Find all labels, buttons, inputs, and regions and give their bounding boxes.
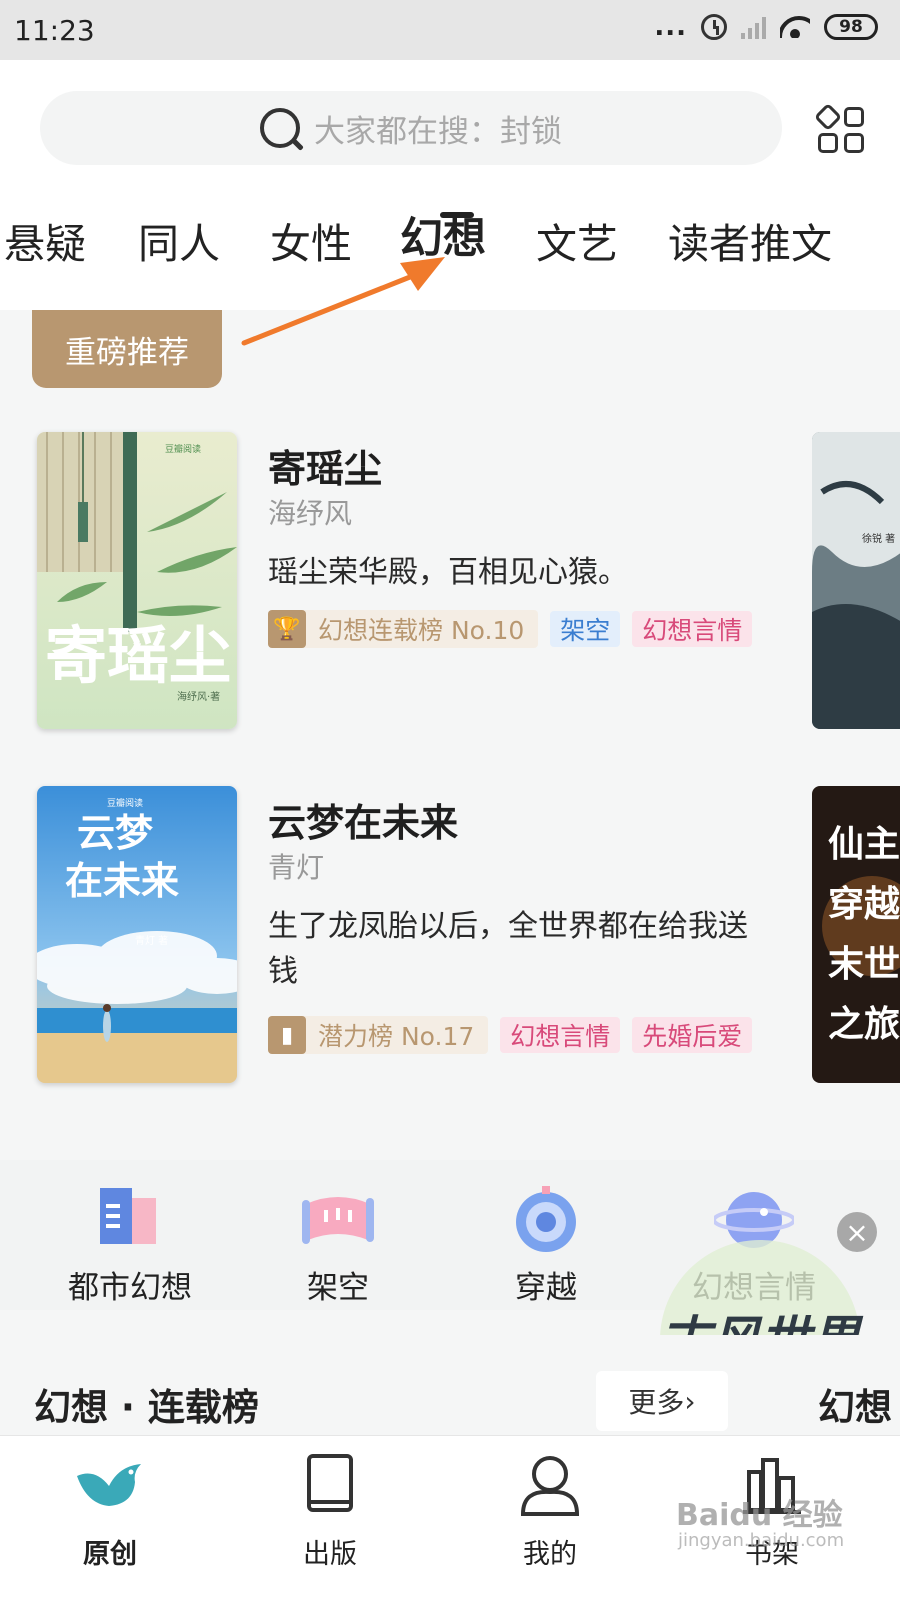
- status-icons: ... 98: [654, 14, 878, 40]
- rank-label: 潜力榜 No.17: [318, 1022, 475, 1051]
- subcategory-time-travel[interactable]: 穿越: [446, 1160, 646, 1307]
- battery-icon: 98: [824, 14, 878, 40]
- next-book-cover[interactable]: 徐锐 著: [812, 432, 900, 729]
- genre-tag[interactable]: 先婚后爱: [632, 1017, 753, 1053]
- book-card[interactable]: 寄瑶尘 豆瓣阅读 海纾风·著 寄瑶尘 海纾风 瑶尘荣华殿，百相见心猿。 🏆 幻想…: [0, 432, 900, 732]
- more-label: 更多: [628, 1386, 685, 1419]
- svg-text:云梦: 云梦: [77, 810, 153, 855]
- next-book-cover[interactable]: 仙主 穿越 末世 之旅: [812, 786, 900, 1083]
- cover-author: 青灯 著: [135, 934, 168, 947]
- rank-tag[interactable]: ▮ 潜力榜 No.17: [268, 1016, 489, 1054]
- user-icon: [515, 1452, 585, 1518]
- more-button[interactable]: 更多 ›: [596, 1371, 728, 1431]
- book-icon: [295, 1452, 365, 1518]
- svg-text:仙主: 仙主: [828, 823, 900, 865]
- book-description: 瑶尘荣华殿，百相见心猿。: [268, 555, 628, 590]
- genre-tag[interactable]: 架空: [550, 611, 621, 647]
- nav-label: 出版: [303, 1539, 357, 1570]
- nav-mine[interactable]: 我的: [475, 1436, 625, 1600]
- active-tab-indicator: [440, 212, 474, 218]
- nav-original[interactable]: 原创: [35, 1436, 185, 1600]
- nav-publishing[interactable]: 出版: [255, 1436, 405, 1600]
- status-time: 11:23: [14, 14, 95, 47]
- tab-reader-picks[interactable]: 读者推文: [668, 210, 832, 270]
- book-cover[interactable]: 云梦 在未来 豆瓣阅读 青灯 著: [37, 786, 237, 1083]
- alarm-icon: [701, 14, 727, 40]
- cover-title: 寄瑶尘: [45, 619, 231, 692]
- category-grid-icon[interactable]: [813, 102, 866, 155]
- portal-icon: [506, 1184, 586, 1254]
- bar-chart-icon: ▮: [268, 1016, 306, 1054]
- featured-badge: 重磅推荐: [32, 310, 222, 388]
- more-dots-icon: ...: [654, 12, 687, 42]
- close-icon[interactable]: ×: [837, 1212, 877, 1252]
- svg-text:末世: 末世: [828, 943, 900, 985]
- search-icon: [260, 108, 300, 148]
- svg-text:之旅: 之旅: [828, 1003, 900, 1045]
- subcategory-alternate[interactable]: 架空: [238, 1160, 438, 1307]
- book-tags: 🏆 幻想连载榜 No.10 架空 幻想言情: [268, 610, 753, 648]
- svg-text:在未来: 在未来: [65, 858, 179, 903]
- book-title[interactable]: 寄瑶尘: [268, 438, 382, 493]
- ranking-title: 幻想 · 连载榜: [34, 1386, 259, 1429]
- book-stack-icon: [90, 1184, 170, 1254]
- main-content: 重磅推荐 寄瑶尘 豆瓣阅读 海纾风·著 寄瑶尘 海纾风 瑶尘荣华殿，百相见心猿。…: [0, 310, 900, 1135]
- wifi-icon: [780, 16, 810, 38]
- genre-tag[interactable]: 幻想言情: [632, 611, 753, 647]
- book-description: 生了龙凤胎以后，全世界都在给我送钱: [268, 909, 748, 989]
- baidu-watermark: Baidu 经验: [676, 1498, 843, 1533]
- status-bar: 11:23 ... 98: [0, 0, 900, 60]
- rank-tag[interactable]: 🏆 幻想连载榜 No.10: [268, 610, 539, 648]
- tab-suspense[interactable]: 悬疑: [4, 210, 86, 270]
- annotation-arrow: [241, 257, 445, 346]
- book-author: 青灯: [268, 851, 325, 884]
- nav-label: 我的: [523, 1539, 577, 1570]
- scroll-icon: [298, 1184, 378, 1254]
- book-card[interactable]: 云梦 在未来 豆瓣阅读 青灯 著 云梦在未来 青灯 生了龙凤胎以后，全世界都在给…: [0, 786, 900, 1086]
- trophy-icon: 🏆: [268, 610, 306, 648]
- genre-tag[interactable]: 幻想言情: [500, 1017, 621, 1053]
- tab-literature[interactable]: 文艺: [536, 210, 618, 270]
- book-cover[interactable]: 寄瑶尘 豆瓣阅读 海纾风·著: [37, 432, 237, 729]
- subcategory-label: 都市幻想: [68, 1270, 192, 1306]
- signal-icon: [741, 15, 766, 39]
- subcategory-label: 穿越: [515, 1270, 577, 1306]
- chevron-right-icon: ›: [684, 1384, 696, 1418]
- search-bar[interactable]: 大家都在搜：封锁: [40, 91, 782, 165]
- next-ranking-title[interactable]: 幻想: [818, 1377, 892, 1431]
- side-cover-author: 徐锐 著: [862, 532, 895, 545]
- cover-brand: 豆瓣阅读: [107, 797, 143, 809]
- cover-brand: 豆瓣阅读: [165, 443, 201, 455]
- subcategory-urban-fantasy[interactable]: 都市幻想: [30, 1160, 230, 1307]
- book-tags: ▮ 潜力榜 No.17 幻想言情 先婚后爱: [268, 1016, 753, 1054]
- subcategory-label: 架空: [307, 1270, 369, 1306]
- book-author: 海纾风: [268, 497, 353, 530]
- ranking-section: 幻想 · 连载榜 更多 › 幻想: [0, 1335, 900, 1435]
- nav-label: 原创: [83, 1539, 137, 1570]
- bird-icon: [75, 1452, 145, 1518]
- cover-author: 海纾风·著: [177, 690, 220, 703]
- book-title[interactable]: 云梦在未来: [268, 792, 458, 847]
- tab-fanfic[interactable]: 同人: [138, 210, 220, 270]
- rank-label: 幻想连载榜 No.10: [318, 616, 525, 645]
- baidu-watermark-url: jingyan.baidu.com: [678, 1530, 845, 1551]
- svg-text:穿越: 穿越: [828, 883, 900, 925]
- search-placeholder: 大家都在搜：封锁: [314, 113, 562, 150]
